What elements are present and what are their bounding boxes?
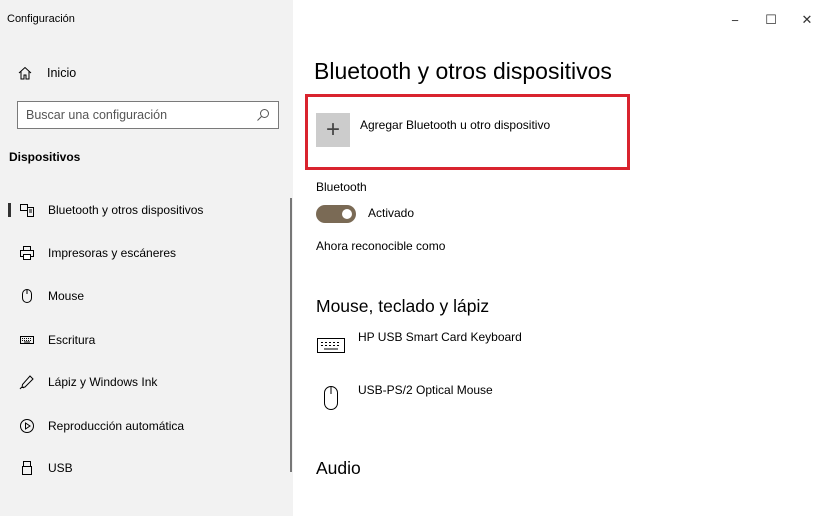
search-input[interactable]: [26, 108, 256, 122]
search-icon[interactable]: [256, 108, 270, 122]
sidebar-item-mouse[interactable]: Mouse: [0, 280, 293, 312]
minimize-button[interactable]: −: [717, 0, 753, 40]
usb-icon: [19, 460, 35, 476]
bluetooth-toggle[interactable]: [316, 205, 356, 223]
sidebar: Configuración Inicio Dispositivos Blueto…: [0, 0, 293, 516]
sidebar-item-label: Escritura: [48, 333, 96, 347]
page-title: Bluetooth y otros dispositivos: [314, 58, 612, 84]
sidebar-item-label: Impresoras y escáneres: [48, 246, 177, 260]
close-button[interactable]: ✕: [789, 0, 825, 40]
mouse-icon: [19, 288, 35, 304]
keyboard-icon: [316, 330, 346, 360]
section-audio: Audio: [316, 458, 361, 478]
bluetooth-label: Bluetooth: [316, 180, 367, 194]
device-mouse[interactable]: USB-PS/2 Optical Mouse: [316, 383, 493, 413]
section-title: Dispositivos: [9, 150, 81, 164]
add-device-label: Agregar Bluetooth u otro dispositivo: [360, 118, 551, 132]
printer-icon: [19, 245, 35, 261]
sidebar-item-label: Reproducción automática: [48, 419, 185, 433]
pen-icon: [19, 374, 35, 390]
sidebar-item-usb[interactable]: USB: [0, 452, 293, 484]
mouse-icon: [316, 383, 346, 413]
add-device-button[interactable]: + Agregar Bluetooth u otro dispositivo: [316, 113, 550, 147]
search-box[interactable]: [17, 101, 279, 129]
sidebar-item-label: USB: [48, 461, 73, 475]
sidebar-item-bluetooth[interactable]: Bluetooth y otros dispositivos: [0, 194, 293, 226]
sidebar-item-autoplay[interactable]: Reproducción automática: [0, 410, 293, 442]
sidebar-item-label: Mouse: [48, 289, 85, 303]
toggle-knob: [342, 209, 352, 219]
device-keyboard[interactable]: HP USB Smart Card Keyboard: [316, 330, 522, 360]
home-icon: [18, 66, 32, 80]
autoplay-icon: [19, 418, 35, 434]
sidebar-scrollbar[interactable]: [290, 198, 292, 472]
home-link[interactable]: Inicio: [18, 63, 76, 83]
sidebar-item-label: Lápiz y Windows Ink: [48, 375, 158, 389]
discoverable-text: Ahora reconocible como: [316, 239, 446, 253]
window-controls: − ☐ ✕: [717, 0, 825, 40]
bluetooth-devices-icon: [19, 202, 35, 218]
device-name: USB-PS/2 Optical Mouse: [358, 383, 493, 397]
plus-icon: +: [316, 113, 350, 147]
sidebar-item-typing[interactable]: Escritura: [0, 324, 293, 356]
sidebar-item-pen[interactable]: Lápiz y Windows Ink: [0, 366, 293, 398]
sidebar-item-printers[interactable]: Impresoras y escáneres: [0, 237, 293, 269]
keyboard-icon: [19, 332, 35, 348]
app-title: Configuración: [7, 13, 75, 25]
maximize-button[interactable]: ☐: [753, 0, 789, 40]
sidebar-item-label: Bluetooth y otros dispositivos: [48, 203, 204, 217]
section-input-devices: Mouse, teclado y lápiz: [316, 296, 490, 316]
device-name: HP USB Smart Card Keyboard: [358, 330, 522, 344]
home-label: Inicio: [47, 66, 77, 80]
bluetooth-state: Activado: [368, 206, 415, 220]
